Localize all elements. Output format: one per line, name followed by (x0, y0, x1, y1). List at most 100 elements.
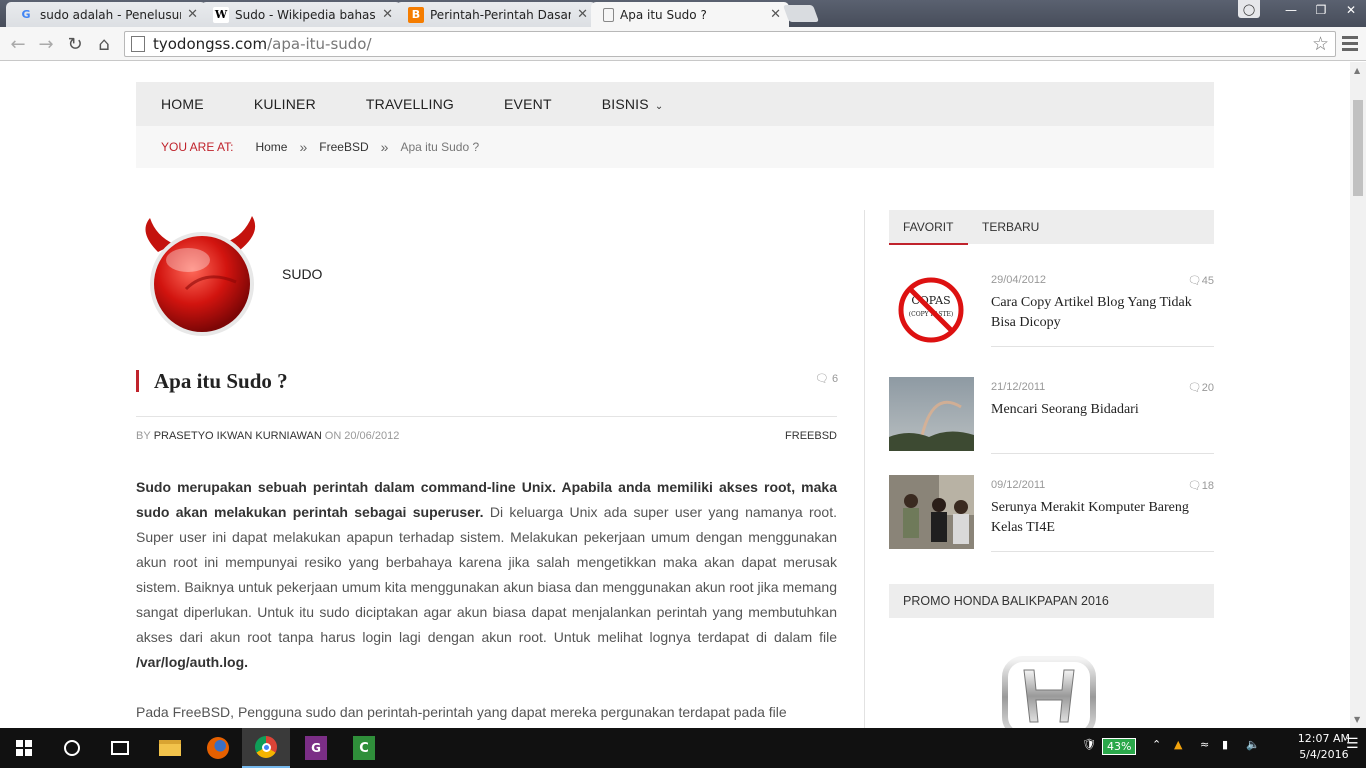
browser-tab-active[interactable]: Apa itu Sudo ? ✕ (591, 2, 789, 27)
sidebar-post[interactable]: 21/12/2011 🗨20 Mencari Seorang Bidadari (889, 377, 1214, 457)
meta-by: BY (136, 429, 151, 442)
search-cortana-icon[interactable] (48, 728, 96, 768)
browser-titlebar: G sudo adalah - Penelusuran ✕ W Sudo - W… (0, 0, 1366, 27)
logo-caption: SUDO (282, 266, 323, 282)
task-view-icon[interactable] (96, 728, 144, 768)
sidebar-post-comments: 🗨20 (1188, 381, 1214, 394)
chevron-up-icon[interactable]: ⌃ (1152, 738, 1161, 751)
volume-icon[interactable]: 🔈 (1246, 738, 1260, 751)
tab-title: Apa itu Sudo ? (620, 7, 707, 22)
file-explorer-icon[interactable] (146, 728, 194, 768)
minimize-icon[interactable]: — (1276, 0, 1306, 20)
tab-favorit[interactable]: FAVORIT (903, 220, 953, 234)
sidebar-post[interactable]: COPAS (COPY PASTE) 29/04/2012 🗨45 Cara C… (889, 270, 1214, 350)
post-author[interactable]: PRASETYO IKWAN KURNIAWAN (154, 430, 322, 442)
comment-count[interactable]: 🗨 6 (815, 372, 838, 385)
sidebar-post-date: 29/04/2012 (991, 274, 1047, 286)
nav-kuliner[interactable]: KULINER (254, 96, 316, 112)
divider (991, 453, 1214, 454)
power-icon[interactable]: ▮ (1222, 738, 1228, 751)
sidebar-post-date: 09/12/2011 (991, 479, 1046, 491)
back-arrow-icon[interactable]: ← (6, 32, 30, 56)
sidebar-post[interactable]: 09/12/2011 🗨18 Serunya Merakit Komputer … (889, 475, 1214, 555)
notifications-icon[interactable]: ☰ (1346, 736, 1359, 752)
post-body: Sudo merupakan sebuah perintah dalam com… (136, 475, 837, 725)
sidebar-post-comments: 🗨45 (1188, 274, 1214, 287)
browser-tab-google[interactable]: G sudo adalah - Penelusuran ✕ (6, 2, 206, 27)
post-category[interactable]: FREEBSD (785, 430, 837, 442)
browser-tab-wikipedia[interactable]: W Sudo - Wikipedia bahasa I ✕ (201, 2, 401, 27)
nav-travelling[interactable]: TRAVELLING (366, 96, 454, 112)
scroll-down-icon[interactable]: ▼ (1354, 715, 1360, 724)
comments-icon: 🗨 (1187, 382, 1202, 394)
tab-title: sudo adalah - Penelusuran (40, 7, 181, 22)
home-icon[interactable]: ⌂ (92, 32, 116, 56)
close-window-icon[interactable]: ✕ (1336, 0, 1366, 20)
no-copy-paste-thumbnail: COPAS (COPY PASTE) (889, 270, 974, 344)
new-tab-button[interactable] (782, 5, 820, 22)
start-button[interactable] (0, 728, 48, 768)
system-clock[interactable]: 12:07 AM 5/4/2016 (1298, 731, 1350, 763)
vlc-tray-icon[interactable]: ▲ (1174, 738, 1182, 751)
close-icon[interactable]: ✕ (187, 7, 198, 22)
nav-home[interactable]: HOME (161, 96, 204, 112)
divider (991, 551, 1214, 552)
nav-event[interactable]: EVENT (504, 96, 552, 112)
main-navigation: HOME KULINER TRAVELLING EVENT BISNIS ⌄ (136, 82, 1214, 126)
user-profile-icon[interactable]: ◯ (1238, 0, 1260, 18)
camtasia-icon[interactable]: C (340, 728, 388, 768)
page-scrollbar[interactable]: ▲ ▼ (1350, 62, 1366, 728)
battery-indicator[interactable]: 43% (1102, 738, 1137, 755)
page-info-icon[interactable] (131, 36, 145, 52)
paragraph: Pada FreeBSD, Pengguna sudo dan perintah… (136, 704, 787, 720)
nav-bisnis-label: BISNIS (601, 96, 649, 112)
close-icon[interactable]: ✕ (577, 7, 588, 22)
sidebar-post-title[interactable]: Mencari Seorang Bidadari (991, 400, 1213, 420)
firefox-icon[interactable] (194, 728, 242, 768)
post-meta: BY PRASETYO IKWAN KURNIAWAN ON 20/06/201… (136, 416, 837, 454)
promo-widget-title: PROMO HONDA BALIKPAPAN 2016 (889, 584, 1214, 618)
file-path: /var/log/auth.log. (136, 654, 249, 670)
breadcrumb-home[interactable]: Home (255, 140, 287, 154)
url-path: /apa-itu-sudo/ (267, 35, 372, 53)
breadcrumb-separator: » (299, 139, 308, 155)
wifi-icon[interactable]: ≈ (1200, 738, 1209, 751)
tab-terbaru[interactable]: TERBARU (982, 220, 1039, 234)
close-icon[interactable]: ✕ (770, 7, 781, 22)
sidebar-post-date: 21/12/2011 (991, 381, 1046, 393)
forward-arrow-icon[interactable]: → (34, 32, 58, 56)
blogger-icon: B (408, 6, 424, 23)
reload-icon[interactable]: ↻ (63, 32, 87, 56)
bookmark-star-icon[interactable]: ☆ (1312, 33, 1329, 55)
breadcrumb-freebsd[interactable]: FreeBSD (319, 140, 368, 154)
sidebar-tabs: FAVORIT TERBARU (889, 210, 1214, 245)
honda-logo-image[interactable] (1002, 656, 1096, 728)
page-viewport: HOME KULINER TRAVELLING EVENT BISNIS ⌄ YO… (0, 62, 1350, 728)
chrome-menu-icon[interactable] (1342, 34, 1358, 52)
sidebar-post-title[interactable]: Cara Copy Artikel Blog Yang Tidak Bisa D… (991, 293, 1213, 333)
restore-icon[interactable]: ❐ (1306, 0, 1336, 20)
tab-title: Sudo - Wikipedia bahasa I (235, 7, 377, 22)
close-icon[interactable]: ✕ (382, 7, 393, 22)
browser-tab-blogger[interactable]: B Perintah-Perintah Dasar di ✕ (396, 2, 596, 27)
comments-icon: 🗨 (1187, 275, 1202, 287)
group-photo-thumbnail (889, 475, 974, 549)
sidebar-post-title[interactable]: Serunya Merakit Komputer Bareng Kelas TI… (991, 498, 1213, 538)
google-icon: G (21, 8, 31, 21)
defender-shield-icon[interactable]: 🛡 (1082, 738, 1096, 751)
scroll-up-icon[interactable]: ▲ (1354, 66, 1360, 75)
active-tab-indicator (889, 243, 968, 245)
post-title: Apa itu Sudo ? (136, 370, 288, 392)
pdf-app-icon[interactable]: G (292, 728, 340, 768)
window-controls: — ❐ ✕ (1276, 0, 1366, 20)
address-bar[interactable]: tyodongss.com/apa-itu-sudo/ ☆ (124, 31, 1336, 57)
chevron-down-icon: ⌄ (654, 101, 664, 112)
clock-time: 12:07 AM (1297, 732, 1350, 745)
scrollbar-thumb[interactable] (1353, 100, 1363, 196)
breadcrumb: YOU ARE AT: Home » FreeBSD » Apa itu Sud… (136, 126, 1214, 168)
chrome-taskbar-icon[interactable] (242, 728, 290, 768)
nav-bisnis[interactable]: BISNIS ⌄ (602, 96, 664, 112)
windows-taskbar: G C 🛡 43% ⌃ ▲ ≈ ▮ 🔈 12:07 AM 5/4/2016 ☰ (0, 728, 1366, 768)
breadcrumb-label: YOU ARE AT: (161, 140, 234, 154)
tab-title: Perintah-Perintah Dasar di (430, 7, 572, 22)
